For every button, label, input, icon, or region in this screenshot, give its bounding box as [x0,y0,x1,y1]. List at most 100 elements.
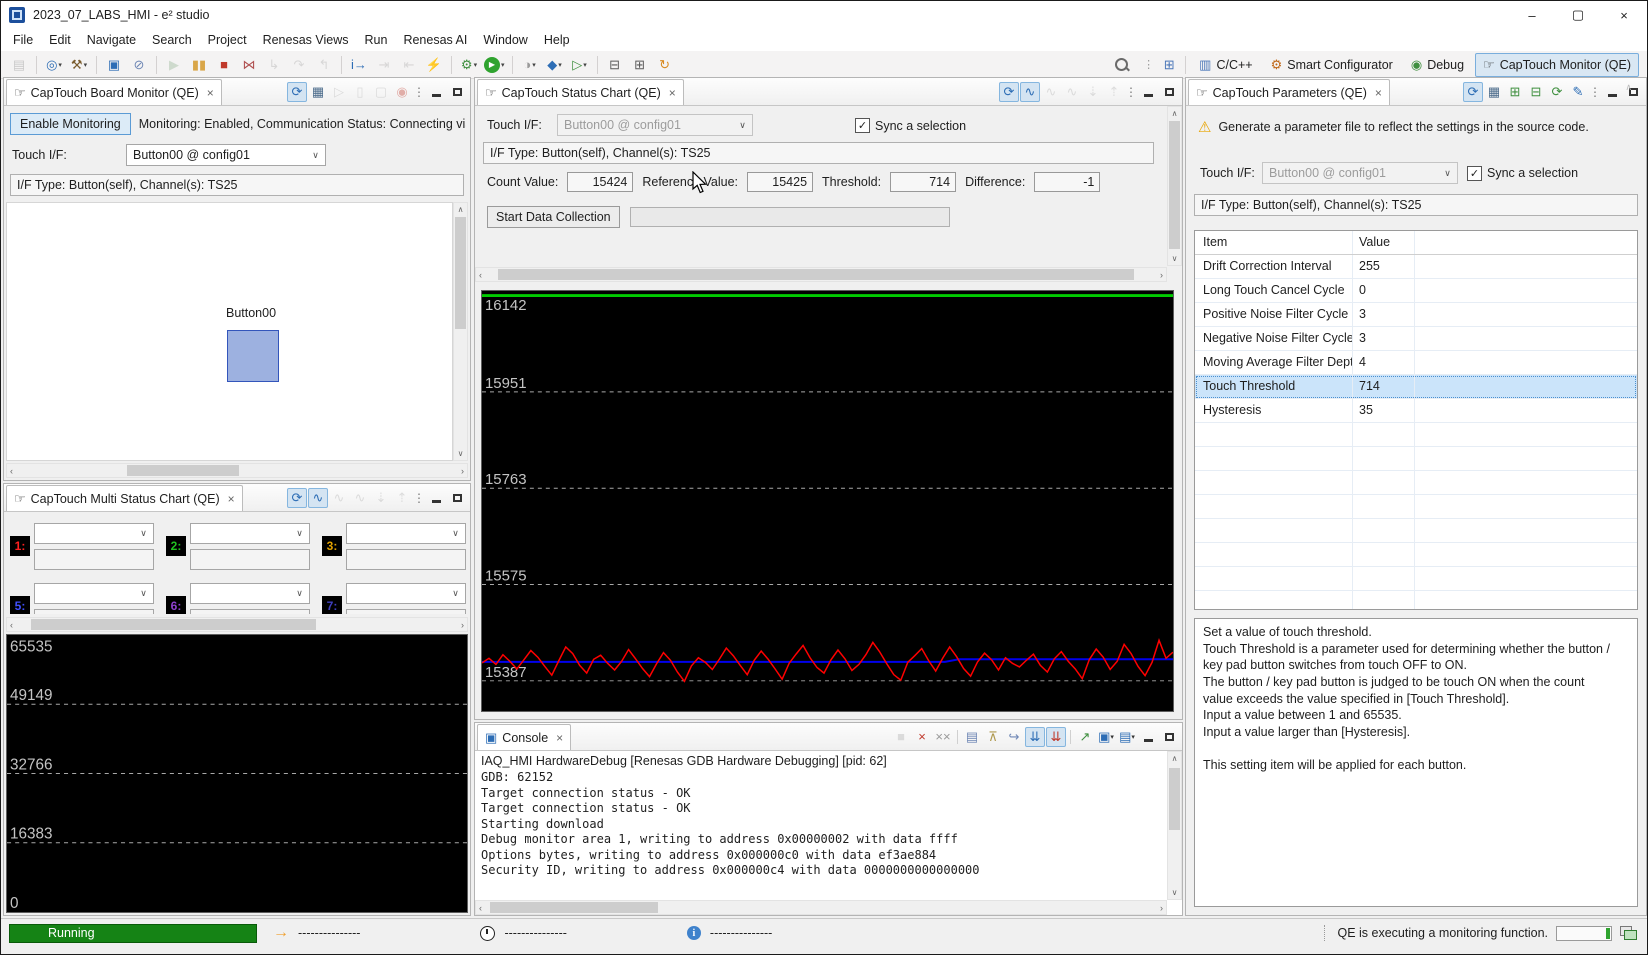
maximize-view-icon[interactable] [447,488,467,508]
step-filters-icon[interactable]: ⇥ [373,54,395,76]
tab-parameters[interactable]: ☞ CapTouch Parameters (QE) × [1188,79,1390,105]
maximize-window-icon[interactable]: ▢ [1555,1,1601,29]
menu-renesas-ai[interactable]: Renesas AI [395,31,475,49]
view-menu-icon[interactable]: ⋮ [1125,85,1137,99]
export-parameters-icon[interactable]: ⊟ [1526,82,1546,102]
view-menu-icon[interactable]: ⋮ [1589,85,1601,99]
parameter-row-empty[interactable] [1195,543,1637,567]
board-image-icon[interactable]: ▦ [308,82,328,102]
zoom-out-chart-icon[interactable]: ∿ [1041,82,1061,102]
sync-with-monitor-icon[interactable]: ⟳ [287,82,307,102]
sync-with-monitor-icon[interactable]: ⟳ [999,82,1019,102]
close-tab-icon[interactable]: × [228,492,235,506]
minimize-view-icon[interactable] [1602,82,1622,102]
minimize-view-icon[interactable] [426,488,446,508]
parameter-row-empty[interactable] [1195,471,1637,495]
parameter-row-empty[interactable] [1195,591,1637,610]
console-vertical-scrollbar[interactable]: ∧ ∨ [1167,751,1182,900]
menu-renesas-views[interactable]: Renesas Views [255,31,357,49]
step-return-icon[interactable]: ↰ [313,54,335,76]
tab-multi-status-chart[interactable]: ☞ CapTouch Multi Status Chart (QE) × [6,485,243,511]
pin-console-icon[interactable]: ↗ [1075,727,1095,747]
minimize-view-icon[interactable] [1138,82,1158,102]
drop-to-frame-icon[interactable]: ⇤ [398,54,420,76]
zoom-in-chart-icon[interactable]: ∿ [350,488,370,508]
maximize-view-icon[interactable] [1159,82,1179,102]
scrollbar-thumb[interactable] [127,465,239,476]
slots-horizontal-scrollbar[interactable]: ‹ › [6,617,468,632]
close-tab-icon[interactable]: × [669,86,676,100]
display-console-icon[interactable]: ▣▾ [1096,727,1116,747]
menu-search[interactable]: Search [144,31,200,49]
save-icon[interactable]: ▤ [8,54,30,76]
maximize-view-icon[interactable] [1159,727,1179,747]
enable-touch-icon[interactable]: ▷ [329,82,349,102]
view-menu-icon[interactable]: ⋮ [413,491,425,505]
suspend-icon[interactable]: ▮▮ [188,54,210,76]
remove-launch-icon[interactable]: × [912,727,932,747]
profile-icon[interactable]: ◆▾ [544,54,566,76]
step-over-icon[interactable]: ↷ [288,54,310,76]
background-jobs-icon[interactable] [1620,926,1637,940]
close-tab-icon[interactable]: × [1375,86,1382,100]
scrollbar-thumb[interactable] [455,217,466,329]
parameter-row-hysteresis[interactable]: Hysteresis35 [1195,399,1637,423]
pause-monitor-icon[interactable]: ▯ [350,82,370,102]
refresh-icon[interactable]: ↻ [654,54,676,76]
parameter-row-positive-noise-filter-cycle[interactable]: Positive Noise Filter Cycle3 [1195,303,1637,327]
scrollbar-thumb[interactable] [1169,768,1180,830]
external-tools-icon[interactable]: ▷▾ [569,54,591,76]
generate-parameter-file-icon[interactable]: ✎ [1568,82,1588,102]
run-icon[interactable]: ▶▾ [483,54,506,76]
parameter-row-touch-threshold[interactable]: Touch Threshold714 [1195,375,1637,399]
parameter-row-empty[interactable] [1195,567,1637,591]
menu-run[interactable]: Run [357,31,396,49]
search-icon[interactable] [1115,58,1129,72]
minimize-view-icon[interactable] [1138,727,1158,747]
slot-channel-select[interactable]: ∨ [346,523,466,544]
split-editor-icon[interactable]: ⊟ [604,54,626,76]
step-into-icon[interactable]: ↳ [263,54,285,76]
skip-breakpoints-icon[interactable]: ⊘ [128,54,150,76]
scrollbar-thumb[interactable] [31,619,316,630]
toolbar-overflow-icon[interactable]: ⋮ [1143,58,1153,71]
scrollbar-thumb[interactable] [1169,121,1180,249]
zoom-out-chart-icon[interactable]: ∿ [329,488,349,508]
target-config-icon[interactable]: ◎▾ [43,54,65,76]
terminate-icon[interactable]: ■ [891,727,911,747]
open-element-icon[interactable]: ⊞ [629,54,651,76]
breakpoint-types-icon[interactable]: ⚡ [423,54,445,76]
touch-if-select[interactable]: Button00 @ config01 ∨ [1262,162,1458,184]
stop-monitor-icon[interactable]: ▢ [371,82,391,102]
scrollbar-thumb[interactable] [490,902,658,913]
menu-navigate[interactable]: Navigate [79,31,144,49]
captouch-monitor-perspective[interactable]: ☞CapTouch Monitor (QE) [1475,53,1639,77]
sync-selection-checkbox[interactable]: ✓ [1467,166,1482,181]
stderr-activate-icon[interactable]: ⇊ [1046,727,1066,747]
import-parameters-icon[interactable]: ⊞ [1505,82,1525,102]
parameter-row-empty[interactable] [1195,495,1637,519]
sync-selection-checkbox[interactable]: ✓ [855,118,870,133]
description-scroll-up-icon[interactable]: ∧ [1625,82,1632,620]
tab-board-monitor[interactable]: ☞ CapTouch Board Monitor (QE) × [6,79,222,105]
instruction-stepping-icon[interactable]: i→ [348,54,370,76]
console-select-icon[interactable]: ▣ [103,54,125,76]
coverage-icon[interactable]: ◑▾ [519,54,541,76]
menu-help[interactable]: Help [536,31,578,49]
menu-project[interactable]: Project [200,31,255,49]
record-monitor-icon[interactable]: ◉ [392,82,412,102]
parameter-row-empty[interactable] [1195,423,1637,447]
save-chart-icon[interactable]: ⇣ [371,488,391,508]
enable-monitoring-button[interactable]: Enable Monitoring [10,113,131,135]
load-chart-icon[interactable]: ⇡ [1104,82,1124,102]
debug-icon[interactable]: ⚙▾ [458,54,480,76]
menu-file[interactable]: File [5,31,41,49]
build-icon[interactable]: ⚒▾ [68,54,90,76]
settings-horizontal-scrollbar[interactable]: ‹ › [475,267,1167,282]
console-horizontal-scrollbar[interactable]: ‹ › [475,900,1167,915]
terminate-icon[interactable]: ■ [213,54,235,76]
parameter-row-moving-average-filter-depth[interactable]: Moving Average Filter Depth4 [1195,351,1637,375]
slot-channel-select[interactable]: ∨ [190,583,310,604]
debug-perspective[interactable]: ◉Debug [1404,54,1471,76]
reload-parameters-icon[interactable]: ⟳ [1547,82,1567,102]
